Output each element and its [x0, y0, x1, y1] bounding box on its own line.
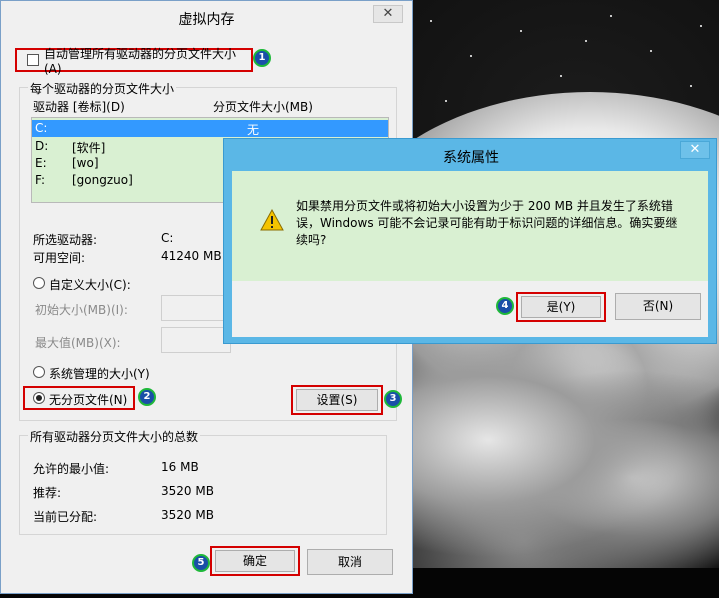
- star: [470, 55, 472, 57]
- dialog-title: 系统属性: [443, 150, 499, 166]
- dialog-title: 虚拟内存: [178, 12, 235, 28]
- custom-size-radio[interactable]: [33, 277, 45, 289]
- min-allowed-label: 允许的最小值:: [33, 462, 110, 476]
- no-button[interactable]: 否(N): [615, 293, 701, 320]
- drive-label: [wo]: [72, 156, 99, 170]
- star: [520, 30, 522, 32]
- max-size-input[interactable]: [161, 327, 231, 353]
- step-badge-3: 3: [384, 390, 402, 408]
- drive-letter: E:: [35, 156, 47, 170]
- drive-letter: F:: [35, 173, 46, 187]
- warning-message: 如果禁用分页文件或将初始大小设置为少于 200 MB 并且发生了系统错误，Win…: [296, 199, 678, 247]
- cancel-button[interactable]: 取消: [307, 549, 393, 575]
- current-alloc-value: 3520 MB: [161, 508, 214, 522]
- star: [560, 75, 562, 77]
- star: [700, 25, 702, 27]
- step-badge-5: 5: [192, 554, 210, 572]
- warning-triangle-icon: [260, 209, 284, 231]
- dialog-titlebar: 虚拟内存 ✕: [1, 1, 412, 33]
- initial-size-input[interactable]: [161, 295, 231, 321]
- recommended-label: 推荐:: [33, 486, 62, 500]
- selected-drive-value: C:: [161, 231, 174, 245]
- step-badge-4: 4: [496, 297, 514, 315]
- initial-size-label: 初始大小(MB)(I):: [35, 303, 128, 317]
- auto-manage-checkbox[interactable]: [27, 54, 39, 66]
- current-alloc-label: 当前已分配:: [33, 510, 98, 524]
- no-paging-label: 无分页文件(N): [49, 393, 128, 407]
- drive-letter: D:: [35, 139, 49, 153]
- system-properties-dialog: 系统属性 ✕ 如果禁用分页文件或将初始大小设置为少于 200 MB 并且发生了系…: [223, 138, 717, 344]
- star: [650, 50, 652, 52]
- drive-label: [软件]: [72, 141, 106, 155]
- min-allowed-value: 16 MB: [161, 460, 199, 474]
- wallpaper-clouds: [380, 340, 719, 590]
- free-space-label: 可用空间:: [33, 251, 86, 265]
- ok-button[interactable]: 确定: [215, 550, 295, 572]
- selected-drive-label: 所选驱动器:: [33, 233, 98, 247]
- step-badge-1: 1: [253, 49, 271, 67]
- star: [445, 100, 447, 102]
- max-size-label: 最大值(MB)(X):: [35, 336, 121, 350]
- close-button[interactable]: ✕: [680, 141, 710, 159]
- close-button[interactable]: ✕: [373, 5, 403, 23]
- drive-size: 无: [247, 123, 260, 137]
- star: [585, 40, 587, 42]
- recommended-value: 3520 MB: [161, 484, 214, 498]
- wallpaper-ground: [380, 568, 719, 598]
- per-drive-legend: 每个驱动器的分页文件大小: [28, 80, 177, 97]
- column-header-size: 分页文件大小(MB): [213, 100, 313, 114]
- system-managed-label: 系统管理的大小(Y): [49, 367, 150, 381]
- drive-letter: C:: [35, 121, 48, 135]
- auto-manage-checkbox-row[interactable]: 自动管理所有驱动器的分页文件大小(A): [15, 47, 253, 76]
- system-managed-radio[interactable]: [33, 366, 45, 378]
- star: [690, 85, 692, 87]
- total-legend: 所有驱动器分页文件大小的总数: [28, 428, 201, 445]
- yes-button[interactable]: 是(Y): [521, 296, 601, 318]
- star: [610, 15, 612, 17]
- column-header-drive: 驱动器 [卷标](D): [33, 100, 125, 114]
- custom-size-label: 自定义大小(C):: [49, 278, 131, 292]
- no-paging-radio[interactable]: [33, 392, 45, 404]
- drive-label: [gongzuo]: [72, 173, 133, 187]
- step-badge-2: 2: [138, 388, 156, 406]
- message-area: 如果禁用分页文件或将初始大小设置为少于 200 MB 并且发生了系统错误，Win…: [232, 171, 708, 281]
- star: [430, 20, 432, 22]
- set-button[interactable]: 设置(S): [296, 389, 378, 411]
- drive-row-c[interactable]: C: 无: [32, 120, 388, 137]
- auto-manage-label: 自动管理所有驱动器的分页文件大小(A): [44, 46, 237, 76]
- free-space-value: 41240 MB: [161, 249, 222, 263]
- dialog-body: 如果禁用分页文件或将初始大小设置为少于 200 MB 并且发生了系统错误，Win…: [232, 171, 708, 337]
